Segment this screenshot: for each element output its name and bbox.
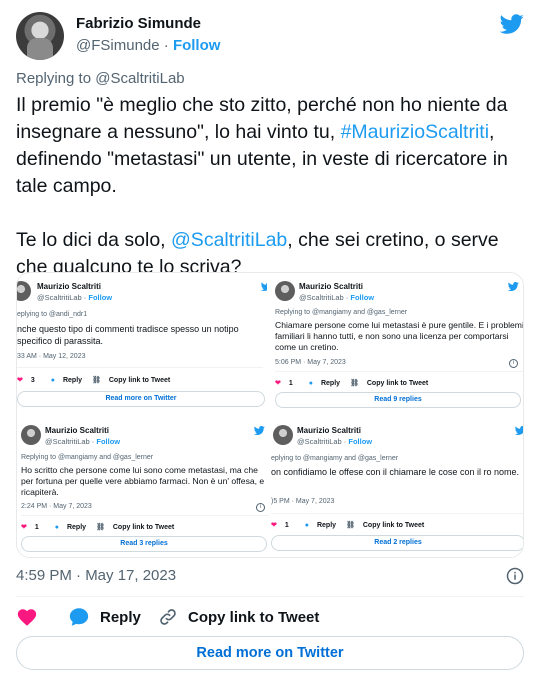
author-name[interactable]: Fabrizio Simunde <box>76 15 201 32</box>
author-handle[interactable]: @FSimunde <box>76 37 160 54</box>
embedded-avatar <box>275 281 295 301</box>
reply-bubble-icon: ● <box>308 380 313 387</box>
like-count: 1 <box>288 380 293 387</box>
embedded-date: )5 PM · May 7, 2023 <box>271 498 335 505</box>
follow-link[interactable]: Follow <box>173 37 221 54</box>
embedded-actions: ❤ 1 ● Reply ⛓ Copy link to Tweet <box>21 523 182 531</box>
handle-separator: · <box>163 37 169 54</box>
like-count: 1 <box>284 522 289 529</box>
tweet-image[interactable]: Maurizio Scaltriti @ScaltritiLab · Follo… <box>16 272 524 558</box>
link-icon: ⛓ <box>91 377 101 384</box>
reply-bubble-icon: ● <box>54 524 59 531</box>
embedded-date: 5:06 PM · May 7, 2023 <box>275 359 346 366</box>
embedded-actions: ❤ 1 ● Reply ⛓ Copy link to Tweet <box>275 379 436 387</box>
tweet-text: Il premio "è meglio che sto zitto, perch… <box>16 92 524 281</box>
copy-link-label: Copy link to Tweet <box>362 522 425 529</box>
divider <box>16 596 524 597</box>
copy-link-label: Copy link to Tweet <box>366 380 429 387</box>
twitter-bird-icon <box>261 282 267 291</box>
copy-link-button[interactable]: Copy link to Tweet <box>158 605 319 629</box>
reply-label: Reply <box>100 608 141 626</box>
embedded-avatar <box>21 425 41 445</box>
link-icon: ⛓ <box>345 522 355 529</box>
heart-icon: ❤ <box>21 524 27 531</box>
heart-icon: ❤ <box>275 380 281 387</box>
info-icon: i <box>509 359 518 368</box>
embedded-text: on confidiamo le offese con il chiamare … <box>271 467 519 477</box>
embedded-tweet-1: Maurizio Scaltriti @ScaltritiLab · Follo… <box>17 273 267 413</box>
embedded-read-more-button: Read 2 replies <box>271 535 523 551</box>
replying-to[interactable]: Replying to @ScaltritiLab <box>16 70 185 87</box>
tweet-timestamp[interactable]: 4:59 PM · May 17, 2023 <box>16 567 176 584</box>
embedded-author-name: Maurizio Scaltriti <box>37 282 102 291</box>
embedded-actions: ❤ 1 ● Reply ⛓ Copy link to Tweet <box>271 521 432 529</box>
embedded-avatar <box>17 281 31 301</box>
embedded-replying-to: eplying to @mangiamy and @gas_lerner <box>271 455 399 462</box>
like-button[interactable] <box>16 605 48 629</box>
twitter-bird-icon <box>515 426 523 435</box>
copy-link-label: Copy link to Tweet <box>188 608 320 626</box>
mention-link[interactable]: @ScaltritiLab <box>171 229 287 251</box>
reply-bubble-icon <box>69 608 89 626</box>
embedded-read-more-button: Read 9 replies <box>275 392 521 408</box>
reply-label: Reply <box>62 377 83 384</box>
read-more-button[interactable]: Read more on Twitter <box>16 636 524 670</box>
author-handle-line: @FSimunde · Follow <box>76 37 220 54</box>
reply-bubble-icon: ● <box>50 377 55 384</box>
embedded-tweet-3: Maurizio Scaltriti @ScaltritiLab · Follo… <box>17 417 271 557</box>
embedded-author-handle: @ScaltritiLab · Follow <box>45 437 121 446</box>
embedded-tweet-2: Maurizio Scaltriti @ScaltritiLab · Follo… <box>271 273 524 413</box>
embedded-actions: ❤ 3 ● Reply ⛓ Copy link to Tweet <box>17 376 178 384</box>
like-count: 1 <box>34 524 39 531</box>
reply-label: Reply <box>66 524 87 531</box>
link-icon: ⛓ <box>349 380 359 387</box>
embedded-date: 33 AM · May 12, 2023 <box>17 353 86 360</box>
link-icon <box>160 609 176 625</box>
reply-label: Reply <box>316 522 337 529</box>
embedded-date: 2:24 PM · May 7, 2023 <box>21 503 92 510</box>
link-icon: ⛓ <box>95 524 105 531</box>
heart-icon: ❤ <box>17 377 23 384</box>
info-icon: i <box>256 503 265 512</box>
embedded-replying-to: eplying to @andi_ndr1 <box>17 311 88 318</box>
embedded-read-more-button: Read 3 replies <box>21 536 267 552</box>
embedded-text: Chiamare persone come lui metastasi è pu… <box>275 320 524 352</box>
tweet-actions: Reply Copy link to Tweet <box>16 605 524 629</box>
embedded-replying-to: Replying to @mangiamy and @gas_lerner <box>21 454 154 461</box>
tweet-paragraph-1: Il premio "è meglio che sto zitto, perch… <box>16 92 524 200</box>
embedded-replying-to: Replying to @mangiamy and @gas_lerner <box>275 309 408 316</box>
reply-button[interactable]: Reply <box>68 605 141 629</box>
heart-icon: ❤ <box>271 522 277 529</box>
like-count: 3 <box>30 377 35 384</box>
twitter-bird-icon[interactable] <box>500 12 524 36</box>
embedded-text: nche questo tipo di commenti tradisce sp… <box>17 324 239 346</box>
heart-icon <box>17 609 37 626</box>
copy-link-label: Copy link to Tweet <box>112 524 175 531</box>
info-icon[interactable] <box>506 567 524 585</box>
reply-label: Reply <box>320 380 341 387</box>
hashtag-link[interactable]: #MaurizioScaltriti <box>341 121 489 143</box>
embedded-avatar <box>273 425 293 445</box>
embedded-author-handle: @ScaltritiLab · Follow <box>297 437 373 446</box>
tweet-text-part: Te lo dici da solo, <box>16 229 172 251</box>
embedded-tweet-4: Maurizio Scaltriti @ScaltritiLab · Follo… <box>271 417 523 557</box>
avatar[interactable] <box>16 12 64 60</box>
twitter-bird-icon <box>508 282 519 291</box>
tweet-header: Fabrizio Simunde @FSimunde · Follow <box>16 12 524 60</box>
copy-link-label: Copy link to Tweet <box>108 377 171 384</box>
embedded-author-handle: @ScaltritiLab · Follow <box>299 293 375 302</box>
embedded-text: Ho scritto che persone come lui sono com… <box>21 465 265 497</box>
embedded-author-name: Maurizio Scaltriti <box>45 426 110 435</box>
tweet-card: Fabrizio Simunde @FSimunde · Follow Repl… <box>0 0 540 684</box>
embedded-author-handle: @ScaltritiLab · Follow <box>37 293 113 302</box>
embedded-author-name: Maurizio Scaltriti <box>297 426 362 435</box>
reply-bubble-icon: ● <box>304 522 309 529</box>
embedded-read-more-button: Read more on Twitter <box>17 391 265 407</box>
embedded-author-name: Maurizio Scaltriti <box>299 282 364 291</box>
twitter-bird-icon <box>254 426 265 435</box>
